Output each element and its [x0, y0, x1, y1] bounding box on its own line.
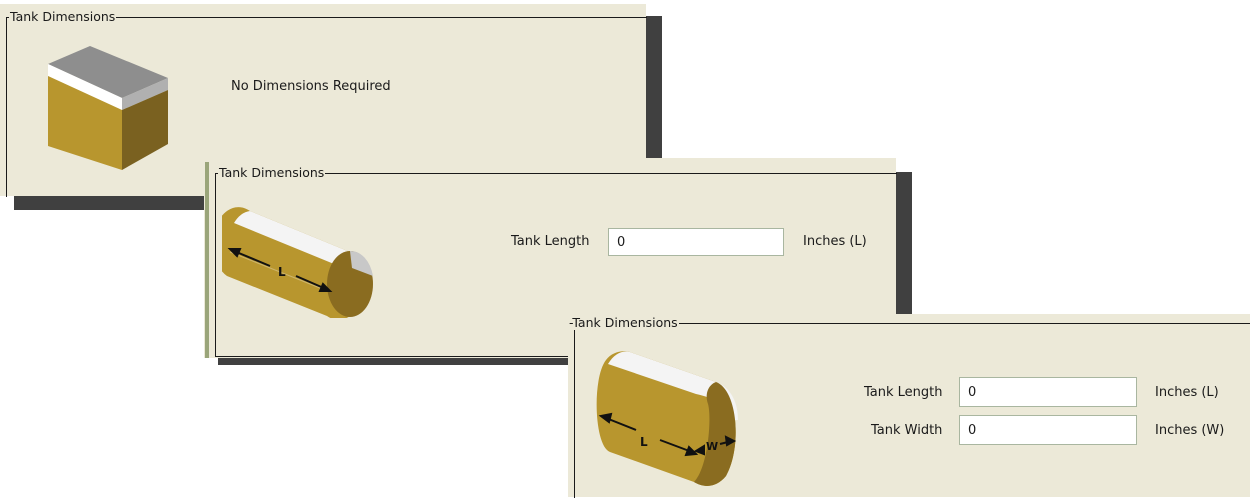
- tank-length-field[interactable]: [608, 228, 784, 256]
- width-dimension-label: W: [706, 440, 718, 453]
- tank-length-unit: Inches (L): [1155, 385, 1219, 400]
- length-dimension-label: L: [640, 435, 648, 449]
- tank-length-unit: Inches (L): [803, 234, 867, 249]
- tank-length-field[interactable]: [959, 377, 1137, 407]
- group-legend: Tank Dimensions: [9, 9, 117, 24]
- tank-length-label: Tank Length: [864, 385, 943, 400]
- tank-width-label: Tank Width: [871, 423, 943, 438]
- tank-length-label: Tank Length: [511, 234, 590, 249]
- tank-dimensions-panel-elliptical: -Tank Dimensions L W Tank Length Inches …: [568, 314, 1250, 498]
- length-dimension-label: L: [278, 265, 286, 279]
- horizontal-cylinder-tank-icon: L: [222, 207, 373, 318]
- no-dimensions-message: No Dimensions Required: [231, 79, 391, 94]
- group-legend: -Tank Dimensions: [568, 315, 679, 330]
- panel-accent-bar: [205, 162, 209, 358]
- rectangular-tank-icon: [48, 46, 168, 170]
- tank-width-field[interactable]: [959, 415, 1137, 445]
- group-legend: Tank Dimensions: [218, 165, 326, 180]
- elliptical-cylinder-tank-icon: L W: [596, 351, 738, 486]
- tank-width-unit: Inches (W): [1155, 423, 1225, 438]
